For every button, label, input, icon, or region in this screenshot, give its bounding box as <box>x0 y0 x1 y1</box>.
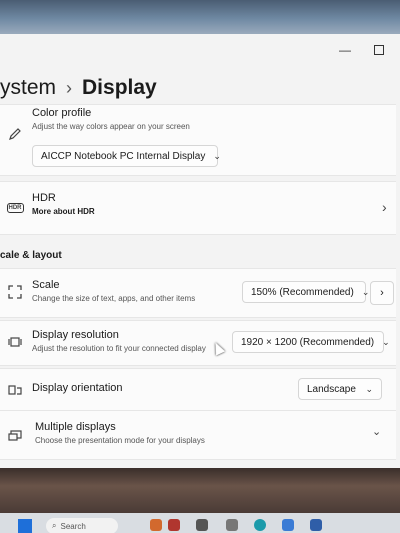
hdr-link[interactable]: More about HDR <box>32 207 95 216</box>
scale-dropdown[interactable]: 150% (Recommended) ⌄ <box>242 281 369 303</box>
multiple-displays-subtitle: Choose the presentation mode for your di… <box>35 436 205 445</box>
orientation-dropdown[interactable]: Landscape ⌄ <box>298 378 382 400</box>
resolution-dropdown[interactable]: 1920 × 1200 (Recommended) ⌄ <box>232 331 390 353</box>
page-title: Display <box>82 76 157 99</box>
taskbar-app-icon[interactable] <box>310 519 322 531</box>
breadcrumb-parent[interactable]: ystem <box>0 76 56 99</box>
section-heading: cale & layout <box>0 250 62 261</box>
resolution-subtitle: Adjust the resolution to fit your connec… <box>32 344 206 353</box>
orientation-card: Display orientation Landscape ⌄ <box>0 368 396 412</box>
resolution-icon <box>6 333 24 351</box>
multiple-displays-icon <box>6 427 24 445</box>
taskbar-search-text: Search <box>60 521 86 531</box>
orientation-title: Display orientation <box>32 382 123 394</box>
chevron-down-icon: ⌄ <box>213 150 221 161</box>
chevron-down-icon: ⌄ <box>382 336 390 347</box>
color-profile-value: AICCP Notebook PC Internal Display <box>41 150 206 162</box>
taskbar-app-icon[interactable] <box>282 519 294 531</box>
hdr-icon: HDR <box>6 203 24 213</box>
resolution-card: Display resolution Adjust the resolution… <box>0 320 396 366</box>
taskbar: ⌕ Search <box>0 513 400 533</box>
chevron-down-icon[interactable]: ⌄ <box>372 425 381 438</box>
chevron-right-icon: › <box>66 78 73 98</box>
bezel-bottom <box>0 468 400 513</box>
color-profile-card: Color profile Adjust the way colors appe… <box>0 104 396 176</box>
multiple-displays-title: Multiple displays <box>35 421 116 433</box>
chevron-right-icon: › <box>382 199 387 215</box>
taskbar-app-icon[interactable] <box>254 519 266 531</box>
search-icon: ⌕ <box>52 521 57 530</box>
taskbar-search[interactable]: ⌕ Search <box>46 518 118 533</box>
scale-card: Scale Change the size of text, apps, and… <box>0 268 396 318</box>
resolution-value: 1920 × 1200 (Recommended) <box>241 336 375 348</box>
bezel-top <box>0 0 400 34</box>
chevron-right-icon: › <box>380 287 384 299</box>
scale-subtitle: Change the size of text, apps, and other… <box>32 294 196 303</box>
hdr-title: HDR <box>32 192 56 204</box>
scale-value: 150% (Recommended) <box>251 286 354 298</box>
hdr-card[interactable]: HDR HDR More about HDR › <box>0 181 396 235</box>
maximize-icon <box>374 45 384 55</box>
taskbar-app-icon[interactable] <box>150 519 162 531</box>
orientation-icon <box>6 381 24 399</box>
color-profile-dropdown[interactable]: AICCP Notebook PC Internal Display ⌄ <box>32 145 221 167</box>
scale-title: Scale <box>32 279 60 291</box>
scale-settings-button[interactable]: › <box>370 281 394 305</box>
taskbar-app-icon[interactable] <box>196 519 208 531</box>
settings-window: — ystem › Display Color profile Adjust the… <box>0 34 400 468</box>
taskbar-app-icon[interactable] <box>168 519 180 531</box>
color-profile-title: Color profile <box>32 107 92 119</box>
breadcrumb: ystem › Display <box>0 76 157 100</box>
orientation-value: Landscape <box>307 383 356 395</box>
scale-icon <box>6 283 24 301</box>
multiple-displays-card[interactable]: Multiple displays Choose the presentatio… <box>0 410 396 460</box>
title-bar: — <box>0 34 400 66</box>
resolution-title: Display resolution <box>32 329 119 341</box>
chevron-down-icon: ⌄ <box>365 383 373 394</box>
color-profile-subtitle: Adjust the way colors appear on your scr… <box>32 122 190 131</box>
pen-icon <box>6 125 24 143</box>
start-button[interactable] <box>18 519 32 533</box>
taskbar-app-icon[interactable] <box>226 519 238 531</box>
chevron-down-icon: ⌄ <box>361 286 370 297</box>
maximize-button[interactable] <box>368 42 390 58</box>
minimize-button[interactable]: — <box>334 42 356 58</box>
